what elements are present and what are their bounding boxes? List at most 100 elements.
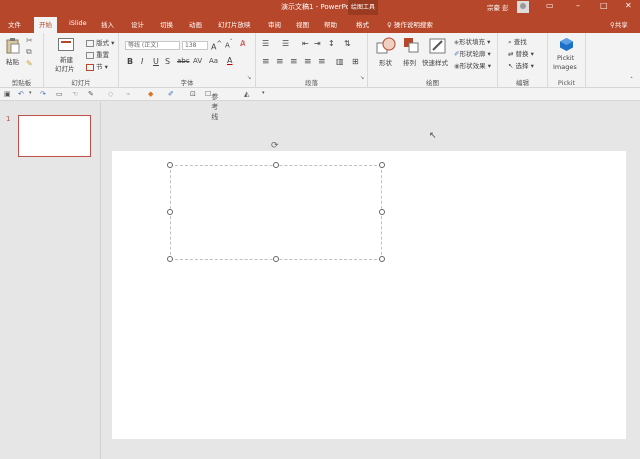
tab-design[interactable]: 设计 <box>131 19 144 29</box>
paste-icon[interactable] <box>6 38 20 54</box>
font-color-icon[interactable]: A <box>227 56 232 65</box>
redo-icon[interactable]: ↷ <box>40 90 46 98</box>
resize-handle-bl[interactable] <box>167 256 173 262</box>
increase-indent-icon[interactable]: ⇥ <box>314 39 321 48</box>
save-icon[interactable]: ▣ <box>4 90 11 98</box>
shape-outline-button[interactable]: ✐形状轮廓 ▾ <box>454 48 491 58</box>
drawing-label: 绘图 <box>426 79 439 87</box>
resize-handle-br[interactable] <box>379 256 385 262</box>
resize-handle-b[interactable] <box>273 256 279 262</box>
tab-islide[interactable]: iSlide <box>69 19 87 27</box>
increase-font-icon[interactable]: A^ <box>211 40 222 52</box>
bullets-icon[interactable]: ☰ <box>262 39 269 48</box>
arrange-button[interactable]: 排列 <box>403 57 416 67</box>
tab-transitions[interactable]: 切换 <box>160 19 173 29</box>
shapes-icon[interactable] <box>376 37 396 55</box>
tab-insert[interactable]: 插入 <box>101 19 114 29</box>
smartart-icon[interactable]: ⊞ <box>352 57 359 66</box>
shapes-button[interactable]: 形状 <box>379 57 392 67</box>
distribute-icon[interactable]: ≡ <box>318 57 326 67</box>
pen-color-icon[interactable]: ✐ <box>168 90 174 98</box>
font-size-select[interactable]: 138 <box>182 41 208 50</box>
ribbon-display-icon[interactable]: ▭ <box>546 1 554 10</box>
align-center-icon[interactable]: ≡ <box>276 57 284 67</box>
copy-icon[interactable]: ⧉ <box>26 47 32 57</box>
guides-checkbox[interactable]: ☐ 参考线 <box>205 90 218 121</box>
shadow-icon[interactable]: S <box>165 57 170 66</box>
section-icon <box>86 63 94 71</box>
tab-help[interactable]: 帮助 <box>324 19 337 29</box>
tab-home[interactable]: 开始 <box>34 17 57 33</box>
quick-styles-button[interactable]: 快速样式 <box>422 57 448 67</box>
close-icon[interactable]: ✕ <box>625 1 632 10</box>
touch-mode-icon[interactable]: ☜ <box>72 90 78 98</box>
share-button[interactable]: ⚲共享 <box>610 19 628 29</box>
shape-effects-button[interactable]: ◉形状效果 ▾ <box>454 60 491 70</box>
align-left-icon[interactable]: ≡ <box>262 57 270 67</box>
tab-slideshow[interactable]: 幻灯片放映 <box>218 19 251 29</box>
format-painter-icon[interactable]: ✎ <box>26 59 33 68</box>
selected-textbox[interactable] <box>170 165 382 260</box>
customize-qat-icon[interactable]: ▾ <box>262 90 265 96</box>
cut-icon[interactable]: ✂ <box>26 36 33 45</box>
clipboard-label: 剪贴板 <box>11 79 32 87</box>
select-button[interactable]: ↖ 选择 ▾ <box>508 60 534 70</box>
new-slide-icon[interactable] <box>58 38 74 52</box>
font-name-select[interactable]: 等线 (正文) <box>125 41 180 50</box>
resize-handle-l[interactable] <box>167 209 173 215</box>
change-case-icon[interactable]: Aa <box>209 57 218 65</box>
tab-review[interactable]: 审阅 <box>268 19 281 29</box>
strikethrough-icon[interactable]: abc <box>177 57 190 65</box>
minimize-icon[interactable]: – <box>576 1 580 10</box>
tab-file[interactable]: 文件 <box>8 19 21 29</box>
fill-color-icon[interactable]: ◆ <box>148 90 153 98</box>
shape-icon[interactable]: ◇ <box>108 90 113 98</box>
tab-animations[interactable]: 动画 <box>189 19 202 29</box>
find-button[interactable]: ⌕ 查找 <box>508 36 527 47</box>
char-spacing-icon[interactable]: AV <box>193 57 202 65</box>
avatar[interactable] <box>517 1 529 13</box>
drawing-group: 形状 排列 快速样式 ◈形状填充 ▾ ✐形状轮廓 ▾ ◉形状效果 ▾ 绘图 <box>368 33 498 88</box>
resize-handle-tl[interactable] <box>167 162 173 168</box>
arrange-icon[interactable] <box>403 37 419 55</box>
quick-styles-icon[interactable] <box>429 37 447 55</box>
columns-icon[interactable]: ▥ <box>336 57 344 66</box>
italic-icon[interactable]: I <box>141 57 143 66</box>
layout-button[interactable]: 版式 ▾ <box>86 37 114 47</box>
decrease-indent-icon[interactable]: ⇤ <box>302 39 309 48</box>
shape-format-icon[interactable]: ◭ <box>244 90 249 98</box>
tell-me-search[interactable]: ♀ 操作说明搜索 <box>387 19 433 29</box>
rotate-handle-icon[interactable]: ⟳ <box>271 141 279 151</box>
reset-button[interactable]: 重置 <box>86 49 109 59</box>
resize-handle-t[interactable] <box>273 162 279 168</box>
undo-icon[interactable]: ↶ <box>18 90 24 98</box>
section-button[interactable]: 节 ▾ <box>86 61 108 71</box>
grid-icon[interactable]: ⊡ <box>190 90 196 98</box>
user-name[interactable]: 宗豪 彭 <box>487 2 509 12</box>
paste-button[interactable]: 粘贴 <box>6 56 19 66</box>
bold-icon[interactable]: B <box>127 57 133 66</box>
tab-format[interactable]: 格式 <box>356 19 369 29</box>
decrease-font-icon[interactable]: Aˇ <box>225 40 233 49</box>
tab-view[interactable]: 视图 <box>296 19 309 29</box>
slide-thumbnail[interactable] <box>18 115 91 157</box>
justify-icon[interactable]: ≡ <box>304 57 312 67</box>
collapse-ribbon-icon[interactable]: ˆ <box>630 77 633 84</box>
numbering-icon[interactable]: ☰ <box>282 39 289 48</box>
undo-dropdown-icon[interactable]: ▾ <box>29 90 32 96</box>
resize-handle-tr[interactable] <box>379 162 385 168</box>
pickit-button[interactable]: Pickit <box>557 54 574 62</box>
align-right-icon[interactable]: ≡ <box>290 57 298 67</box>
resize-handle-r[interactable] <box>379 209 385 215</box>
from-beginning-icon[interactable]: ▭ <box>56 90 63 98</box>
shape-fill-button[interactable]: ◈形状填充 ▾ <box>454 36 490 46</box>
clear-format-icon[interactable]: A̷ <box>240 39 245 48</box>
text-highlight-icon[interactable]: ✎ <box>88 90 94 98</box>
line-spacing-icon[interactable]: ↕ <box>328 39 335 48</box>
replace-button[interactable]: ⇄ 替换 ▾ <box>508 48 534 58</box>
text-direction-icon[interactable]: ⇅ <box>344 39 351 48</box>
maximize-icon[interactable]: □ <box>600 1 608 10</box>
underline-icon[interactable]: U <box>153 57 159 66</box>
link-icon[interactable]: ⌁ <box>126 90 130 98</box>
pickit-icon[interactable] <box>560 38 573 51</box>
